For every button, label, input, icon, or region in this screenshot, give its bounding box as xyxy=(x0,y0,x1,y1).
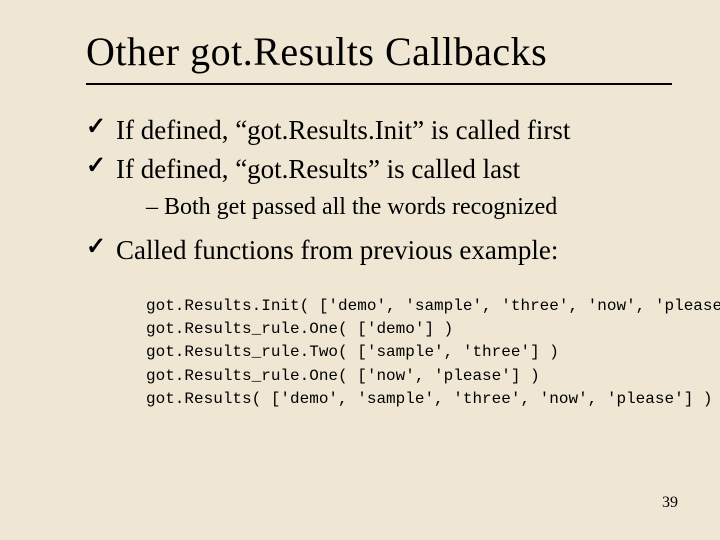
code-block: got.Results.Init( ['demo', 'sample', 'th… xyxy=(146,272,672,411)
code-line: got.Results_rule.One( ['now', 'please'] … xyxy=(146,367,540,385)
bullet-item-3: ✓ Called functions from previous example… xyxy=(86,233,672,411)
sub-list: Both get passed all the words recognized xyxy=(146,192,672,223)
slide-title: Other got.Results Callbacks xyxy=(86,28,672,75)
check-icon: ✓ xyxy=(86,235,106,259)
code-line: got.Results( ['demo', 'sample', 'three',… xyxy=(146,390,713,408)
bullet-text: If defined, “got.Results.Init” is called… xyxy=(116,115,570,145)
check-icon: ✓ xyxy=(86,154,106,178)
code-line: got.Results_rule.One( ['demo'] ) xyxy=(146,320,453,338)
page-number: 39 xyxy=(662,494,678,512)
bullet-text: Called functions from previous example: xyxy=(116,235,558,265)
code-line: got.Results.Init( ['demo', 'sample', 'th… xyxy=(146,297,720,315)
sub-text: Both get passed all the words recognized xyxy=(164,194,557,220)
title-rule xyxy=(86,83,672,85)
bullet-item-1: ✓ If defined, “got.Results.Init” is call… xyxy=(86,113,672,148)
code-line: got.Results_rule.Two( ['sample', 'three'… xyxy=(146,343,559,361)
check-icon: ✓ xyxy=(86,115,106,139)
bullet-item-2: ✓ If defined, “got.Results” is called la… xyxy=(86,152,672,224)
bullet-text: If defined, “got.Results” is called last xyxy=(116,154,520,184)
slide: Other got.Results Callbacks ✓ If defined… xyxy=(0,0,720,540)
bullet-list: ✓ If defined, “got.Results.Init” is call… xyxy=(86,113,672,411)
sub-item-1: Both get passed all the words recognized xyxy=(146,192,672,223)
